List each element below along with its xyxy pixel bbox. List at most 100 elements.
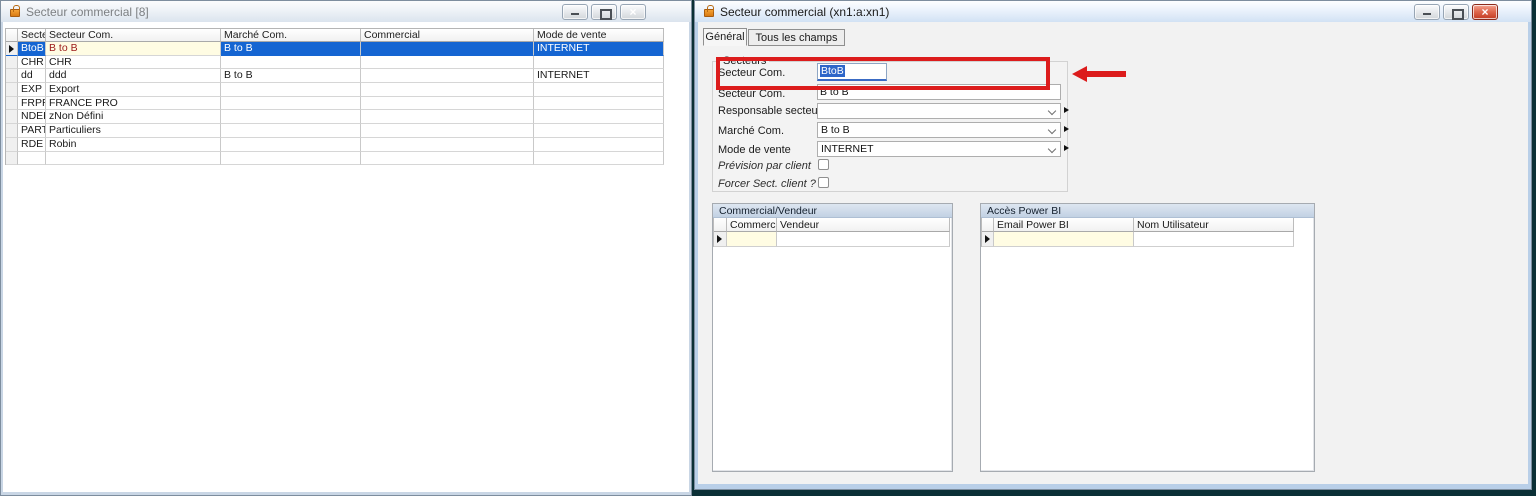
row-selector-cell[interactable]	[6, 152, 18, 166]
tab-general[interactable]: Général	[703, 28, 747, 46]
close-button[interactable]: ×	[620, 4, 646, 20]
forcer-sect-client-checkbox[interactable]	[818, 177, 829, 188]
row-selector-cell[interactable]	[6, 69, 18, 83]
header-commercial[interactable]: Commercial	[361, 29, 534, 42]
cell-vendeur[interactable]	[777, 232, 950, 247]
row-selector-cell[interactable]	[6, 138, 18, 152]
cell-mode-de-vente[interactable]	[534, 56, 664, 70]
cell-mode-de-vente[interactable]	[534, 138, 664, 152]
cell-secteur-com[interactable]: FRANCE PRO	[46, 97, 221, 111]
cell-marche-com[interactable]	[221, 152, 361, 166]
header-mode-de-vente[interactable]: Mode de vente	[534, 29, 664, 42]
cell-secte[interactable]: NDEF	[18, 110, 46, 124]
table-row[interactable]: dd ddd B to B INTERNET	[6, 69, 664, 83]
cell-secte[interactable]: EXP	[18, 83, 46, 97]
right-titlebar[interactable]: Secteur commercial (xn1:a:xn1)	[695, 1, 1531, 22]
cell-marche-com[interactable]: B to B	[221, 42, 361, 56]
table-row[interactable]: CHR CHR	[6, 56, 664, 70]
tab-tous-les-champs[interactable]: Tous les champs	[748, 29, 845, 46]
cell-commercial[interactable]	[361, 124, 534, 138]
table-row[interactable]: NDEF zNon Défini	[6, 110, 664, 124]
row-selector-cell[interactable]	[6, 97, 18, 111]
cell-marche-com[interactable]: B to B	[221, 69, 361, 83]
marche-com-combo[interactable]: B to B	[817, 122, 1061, 138]
cell-marche-com[interactable]	[221, 110, 361, 124]
chevron-down-icon[interactable]	[1049, 146, 1055, 151]
header-secteur-com[interactable]: Secteur Com.	[46, 29, 221, 42]
chevron-down-icon[interactable]	[1049, 127, 1055, 132]
cell-secteur-com[interactable]	[46, 152, 221, 166]
cell-mode-de-vente[interactable]: INTERNET	[534, 42, 664, 56]
close-button[interactable]: ×	[1472, 4, 1498, 20]
header-vendeur[interactable]: Vendeur	[777, 218, 950, 232]
responsable-secteur-combo[interactable]	[817, 103, 1061, 119]
cell-commercial[interactable]	[361, 152, 534, 166]
cell-secteur-com[interactable]: Robin	[46, 138, 221, 152]
table-row-empty[interactable]	[6, 152, 664, 166]
cell-commercial[interactable]	[361, 138, 534, 152]
cell-secteur-com[interactable]: Export	[46, 83, 221, 97]
cell-secteur-com[interactable]: ddd	[46, 69, 221, 83]
row-selector-cell[interactable]	[6, 56, 18, 70]
mode-de-vente-combo[interactable]: INTERNET	[817, 141, 1061, 157]
cell-commercial[interactable]	[361, 97, 534, 111]
cell-secteur-com[interactable]: CHR	[46, 56, 221, 70]
maximize-button[interactable]	[1443, 4, 1469, 20]
cell-mode-de-vente[interactable]	[534, 97, 664, 111]
header-commercial[interactable]: Commercial	[727, 218, 777, 232]
cell-commercial[interactable]	[361, 69, 534, 83]
cell-marche-com[interactable]	[221, 56, 361, 70]
header-nom-utilisateur[interactable]: Nom Utilisateur	[1134, 218, 1294, 232]
cell-secteur-com[interactable]: B to B	[46, 42, 221, 56]
cell-marche-com[interactable]	[221, 83, 361, 97]
cell-marche-com[interactable]	[221, 138, 361, 152]
table-row[interactable]: FRPR FRANCE PRO	[6, 97, 664, 111]
minimize-button[interactable]	[562, 4, 588, 20]
cell-secteur-com[interactable]: Particuliers	[46, 124, 221, 138]
cell-secte[interactable]: BtoB	[18, 42, 46, 56]
cell-commercial[interactable]	[361, 110, 534, 124]
field-action-marker-icon[interactable]	[1064, 126, 1069, 132]
row-selector-cell[interactable]	[6, 124, 18, 138]
cell-marche-com[interactable]	[221, 124, 361, 138]
field-action-marker-icon[interactable]	[1064, 145, 1069, 151]
minimize-button[interactable]	[1414, 4, 1440, 20]
header-marche-com[interactable]: Marché Com.	[221, 29, 361, 42]
table-row[interactable]: PART Particuliers	[6, 124, 664, 138]
row-selector-cell[interactable]	[6, 42, 18, 56]
grid-row[interactable]	[714, 232, 950, 247]
header-secte[interactable]: Secte	[18, 29, 46, 42]
cell-commercial[interactable]	[361, 42, 534, 56]
cell-nom-utilisateur[interactable]	[1134, 232, 1294, 247]
cell-mode-de-vente[interactable]: INTERNET	[534, 69, 664, 83]
cell-email-power-bi[interactable]	[994, 232, 1134, 247]
chevron-down-icon[interactable]	[1049, 108, 1055, 113]
cell-mode-de-vente[interactable]	[534, 152, 664, 166]
cell-commercial[interactable]	[361, 83, 534, 97]
grid-row[interactable]	[982, 232, 1294, 247]
row-selector-cell[interactable]	[6, 83, 18, 97]
maximize-button[interactable]	[591, 4, 617, 20]
row-selector-cell[interactable]	[6, 110, 18, 124]
cell-secte[interactable]: CHR	[18, 56, 46, 70]
cell-commercial[interactable]	[727, 232, 777, 247]
table-row[interactable]: RDE Robin	[6, 138, 664, 152]
cell-secte[interactable]: FRPR	[18, 97, 46, 111]
cell-mode-de-vente[interactable]	[534, 124, 664, 138]
cell-secte[interactable]: dd	[18, 69, 46, 83]
table-row[interactable]: EXP Export	[6, 83, 664, 97]
prevision-par-client-checkbox[interactable]	[818, 159, 829, 170]
cell-mode-de-vente[interactable]	[534, 110, 664, 124]
cell-secte[interactable]	[18, 152, 46, 166]
cell-commercial[interactable]	[361, 56, 534, 70]
cell-mode-de-vente[interactable]	[534, 83, 664, 97]
row-selector-cell[interactable]	[982, 232, 994, 247]
header-email-power-bi[interactable]: Email Power BI	[994, 218, 1134, 232]
cell-secte[interactable]: PART	[18, 124, 46, 138]
cell-secte[interactable]: RDE	[18, 138, 46, 152]
field-action-marker-icon[interactable]	[1064, 107, 1069, 113]
cell-secteur-com[interactable]: zNon Défini	[46, 110, 221, 124]
row-selector-cell[interactable]	[714, 232, 727, 247]
cell-marche-com[interactable]	[221, 97, 361, 111]
table-row[interactable]: BtoB B to B B to B INTERNET	[6, 42, 664, 56]
